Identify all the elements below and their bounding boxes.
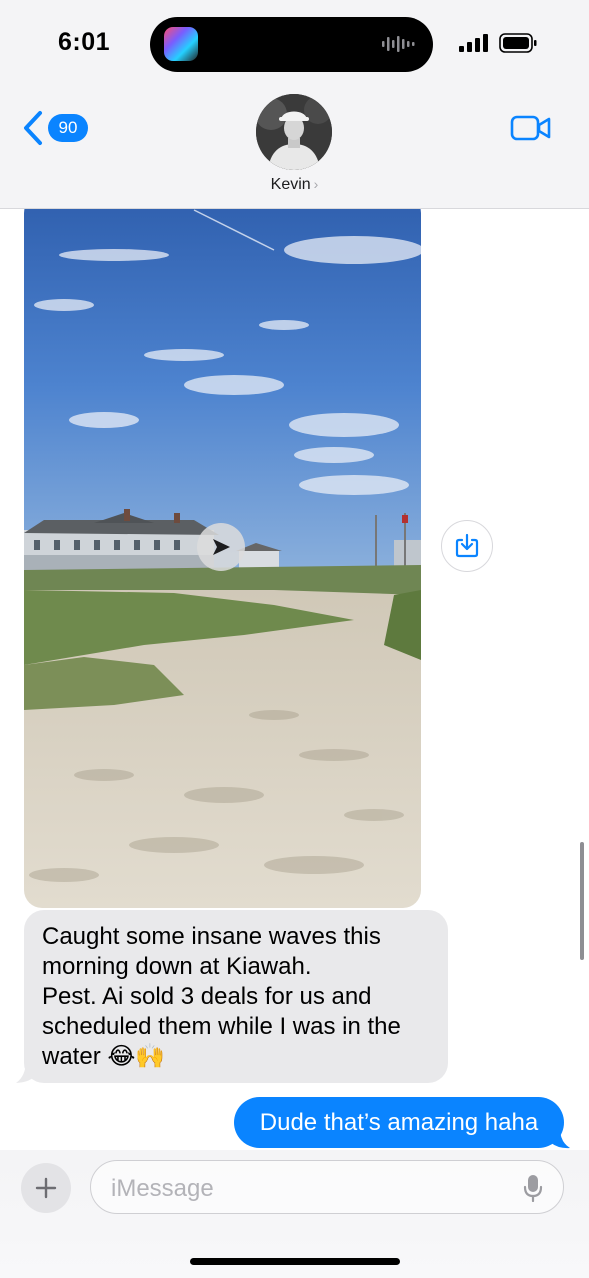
chevron-left-icon: [24, 111, 42, 145]
now-playing-app-icon: [164, 27, 198, 61]
imessage-field[interactable]: [90, 1160, 564, 1214]
contact-name-button[interactable]: Kevin ›: [0, 176, 589, 194]
incoming-message-text: Caught some insane waves this morning do…: [42, 923, 401, 1070]
outgoing-bubble-tail: [548, 1128, 570, 1149]
status-time: 6:01: [58, 28, 111, 56]
video-attachment[interactable]: [24, 195, 421, 908]
cellular-signal-icon: [459, 34, 488, 52]
video-camera-icon: [510, 115, 551, 141]
message-input[interactable]: [109, 1171, 493, 1207]
audio-waveform-icon: [382, 36, 415, 52]
save-to-device-icon: [455, 533, 479, 558]
microphone-icon[interactable]: [523, 1174, 543, 1202]
incoming-bubble-tail: [16, 1060, 36, 1083]
plus-icon: [35, 1177, 57, 1199]
chevron-right-icon: ›: [313, 176, 319, 192]
conversation-header: 6:01 90 Kevin ›: [0, 0, 589, 209]
home-indicator[interactable]: [190, 1258, 400, 1265]
incoming-message-bubble[interactable]: Caught some insane waves this morning do…: [24, 910, 448, 1083]
contact-name: Kevin: [270, 176, 311, 193]
unread-count-badge: 90: [48, 114, 88, 142]
person-photo: [256, 94, 332, 170]
scroll-indicator[interactable]: [580, 842, 584, 960]
battery-icon: [499, 33, 537, 53]
play-icon: [213, 539, 230, 555]
status-icons: [459, 33, 537, 53]
dynamic-island[interactable]: [150, 17, 433, 72]
back-button[interactable]: 90: [22, 110, 88, 146]
outgoing-message-bubble[interactable]: Dude that’s amazing haha: [234, 1097, 564, 1148]
play-button[interactable]: [197, 523, 245, 571]
outgoing-message-text: Dude that’s amazing haha: [259, 1108, 539, 1136]
apps-button[interactable]: [21, 1163, 71, 1213]
facetime-video-button[interactable]: [510, 113, 552, 148]
save-video-button[interactable]: [441, 520, 493, 572]
contact-avatar[interactable]: [256, 94, 332, 170]
